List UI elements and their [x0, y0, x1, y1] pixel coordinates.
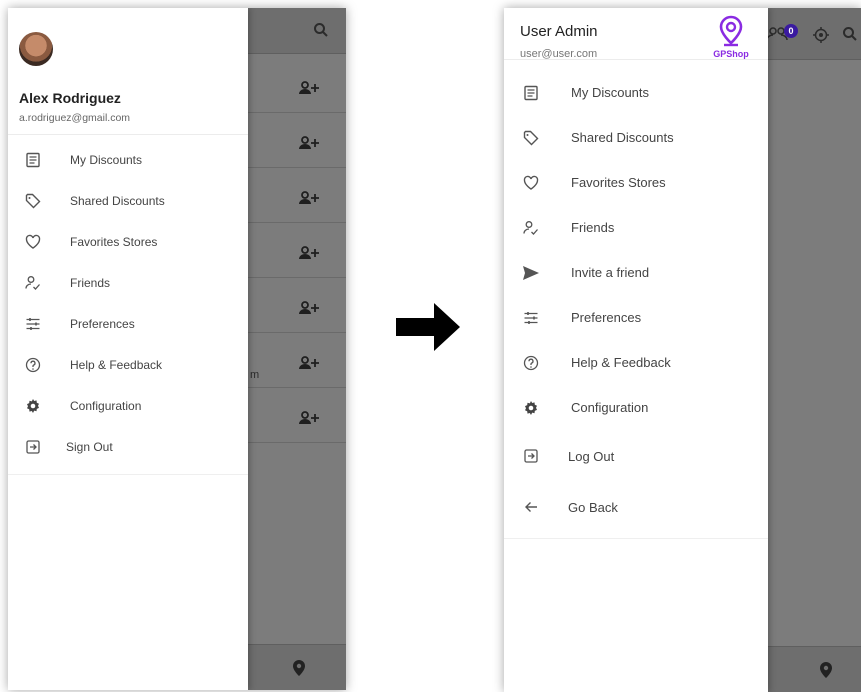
- menu-item-label: Help & Feedback: [70, 357, 163, 372]
- menu-item-preferences[interactable]: Preferences: [504, 295, 768, 340]
- menu-item-friends[interactable]: Friends: [8, 262, 248, 303]
- heart-icon: [522, 174, 540, 192]
- drawer-menu: My Discounts Shared Discounts Favorites …: [8, 135, 248, 467]
- menu-item-label: Preferences: [571, 310, 642, 325]
- background-list-text: m: [250, 369, 260, 381]
- user-email: a.rodriguez@gmail.com: [19, 112, 131, 124]
- menu-item-log-out[interactable]: Log Out: [504, 430, 768, 482]
- user-name: User Admin: [520, 23, 598, 40]
- person-check-icon: [24, 274, 42, 292]
- list-icon: [24, 151, 42, 169]
- menu-item-label: Friends: [571, 220, 615, 235]
- logo-text: GPShop: [713, 49, 749, 59]
- right-phone-screen: 0 User Admin user@user.com GPShop My Dis…: [504, 8, 861, 692]
- comparison-stage: m Alex Rodriguez a.rodriguez@gmail.com M…: [0, 0, 861, 692]
- menu-item-label: Shared Discounts: [70, 193, 165, 208]
- menu-item-my-discounts[interactable]: My Discounts: [8, 139, 248, 180]
- add-friend-icon[interactable]: [298, 190, 320, 206]
- gear-icon: [24, 397, 42, 415]
- notification-badge: 0: [784, 24, 798, 38]
- menu-item-preferences[interactable]: Preferences: [8, 303, 248, 344]
- menu-item-sign-out[interactable]: Sign Out: [8, 426, 248, 467]
- add-friend-icon[interactable]: [298, 300, 320, 316]
- menu-item-label: Favorites Stores: [70, 234, 158, 249]
- add-friend-icon[interactable]: [298, 355, 320, 371]
- help-icon: [24, 356, 42, 374]
- tag-icon: [24, 192, 42, 210]
- list-divider: [248, 112, 346, 113]
- drawer-menu: My Discounts Shared Discounts Favorites …: [504, 60, 768, 532]
- list-divider: [248, 387, 346, 388]
- menu-item-label: Favorites Stores: [571, 175, 666, 190]
- menu-item-label: Help & Feedback: [571, 355, 671, 370]
- sign-out-icon: [522, 447, 540, 465]
- location-pin-icon[interactable]: [292, 659, 306, 677]
- menu-item-label: Friends: [70, 275, 111, 290]
- navigation-drawer: User Admin user@user.com GPShop My Disco…: [504, 8, 768, 692]
- search-icon[interactable]: [842, 26, 858, 42]
- add-friend-icon[interactable]: [298, 80, 320, 96]
- left-phone-screen: m Alex Rodriguez a.rodriguez@gmail.com M…: [8, 8, 346, 690]
- drawer-divider: [504, 538, 768, 539]
- drawer-header: User Admin user@user.com GPShop: [504, 8, 768, 60]
- list-divider: [248, 277, 346, 278]
- menu-item-help-feedback[interactable]: Help & Feedback: [8, 344, 248, 385]
- drawer-header: Alex Rodriguez a.rodriguez@gmail.com: [8, 8, 248, 135]
- heart-icon: [24, 233, 42, 251]
- location-pin-icon[interactable]: [819, 661, 833, 679]
- menu-item-shared-discounts[interactable]: Shared Discounts: [504, 115, 768, 160]
- tag-icon: [522, 129, 540, 147]
- add-friend-icon[interactable]: [298, 135, 320, 151]
- menu-item-label: My Discounts: [70, 152, 143, 167]
- sliders-icon: [522, 309, 540, 327]
- menu-item-my-discounts[interactable]: My Discounts: [504, 70, 768, 115]
- menu-item-favorites-stores[interactable]: Favorites Stores: [504, 160, 768, 205]
- list-divider: [248, 442, 346, 443]
- my-location-icon[interactable]: [812, 26, 830, 44]
- list-icon: [522, 84, 540, 102]
- menu-item-label: Log Out: [568, 448, 615, 464]
- help-icon: [522, 354, 540, 372]
- person-check-icon: [522, 219, 540, 237]
- menu-item-label: Configuration: [571, 400, 649, 415]
- menu-item-configuration[interactable]: Configuration: [8, 385, 248, 426]
- gear-icon: [522, 399, 540, 417]
- search-icon[interactable]: [313, 22, 329, 38]
- list-divider: [248, 332, 346, 333]
- send-icon: [522, 264, 540, 282]
- user-email: user@user.com: [520, 48, 598, 60]
- menu-item-favorites-stores[interactable]: Favorites Stores: [8, 221, 248, 262]
- arrow-right-icon: [396, 303, 460, 351]
- menu-item-label: Go Back: [568, 499, 618, 515]
- add-friend-icon[interactable]: [298, 245, 320, 261]
- menu-item-go-back[interactable]: Go Back: [504, 482, 768, 532]
- user-name: Alex Rodriguez: [19, 90, 121, 106]
- list-divider: [248, 222, 346, 223]
- drawer-divider: [8, 474, 248, 475]
- menu-item-label: Shared Discounts: [571, 130, 674, 145]
- avatar[interactable]: [19, 32, 53, 66]
- map-pin-logo-icon: [719, 15, 743, 47]
- navigation-drawer: Alex Rodriguez a.rodriguez@gmail.com My …: [8, 8, 248, 690]
- menu-item-label: Invite a friend: [571, 265, 650, 280]
- menu-item-friends[interactable]: Friends: [504, 205, 768, 250]
- menu-item-label: My Discounts: [571, 85, 650, 100]
- menu-item-label: Sign Out: [66, 439, 113, 454]
- menu-item-label: Preferences: [70, 316, 135, 331]
- gpshop-logo: GPShop: [704, 15, 758, 61]
- menu-item-shared-discounts[interactable]: Shared Discounts: [8, 180, 248, 221]
- sliders-icon: [24, 315, 42, 333]
- menu-item-configuration[interactable]: Configuration: [504, 385, 768, 430]
- sign-out-icon: [24, 438, 42, 456]
- arrow-back-icon: [522, 498, 540, 516]
- list-divider: [248, 167, 346, 168]
- menu-item-help-feedback[interactable]: Help & Feedback: [504, 340, 768, 385]
- menu-item-label: Configuration: [70, 398, 142, 413]
- add-friend-icon[interactable]: [298, 410, 320, 426]
- menu-item-invite-friend[interactable]: Invite a friend: [504, 250, 768, 295]
